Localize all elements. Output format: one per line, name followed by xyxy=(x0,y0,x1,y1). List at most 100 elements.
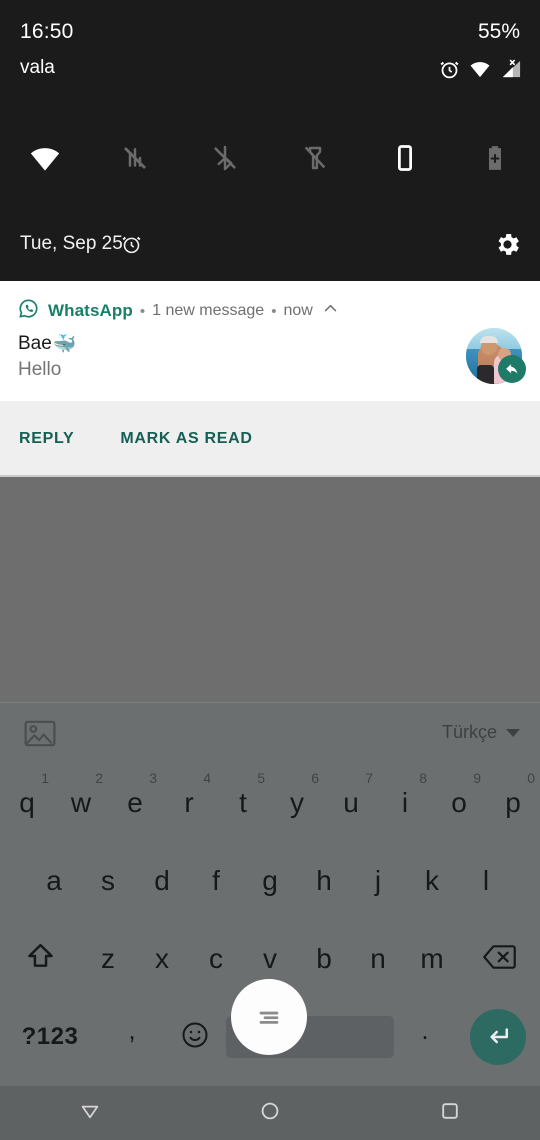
enter-key[interactable] xyxy=(456,998,540,1076)
backspace-icon xyxy=(483,944,516,975)
enter-icon xyxy=(490,1028,508,1044)
key-d[interactable]: d xyxy=(135,842,189,920)
avatar-person-1-shirt xyxy=(477,365,494,384)
key-n[interactable]: n xyxy=(351,920,405,998)
backspace-key[interactable] xyxy=(459,920,540,998)
shift-key[interactable] xyxy=(0,920,81,998)
home-circle-icon xyxy=(258,1099,282,1128)
key-label: i xyxy=(401,787,409,818)
bluetooth-off-icon xyxy=(210,143,240,173)
home-button[interactable] xyxy=(180,1099,360,1128)
symbols-key[interactable]: ?123 xyxy=(0,998,100,1076)
enter-key-surface xyxy=(470,1009,526,1065)
flashlight-off-icon xyxy=(300,143,330,173)
keyboard-hide-button[interactable] xyxy=(0,1099,180,1128)
bluetooth-tile[interactable] xyxy=(180,122,270,194)
key-p[interactable]: 0p xyxy=(486,764,540,842)
key-hint-3: 3 xyxy=(149,770,157,786)
key-label: q xyxy=(19,787,35,818)
chevron-up-icon[interactable] xyxy=(322,300,339,322)
key-hint-5: 5 xyxy=(257,770,265,786)
status-bar-battery-percent: 55% xyxy=(477,20,520,43)
key-x[interactable]: x xyxy=(135,920,189,998)
emoji-key[interactable] xyxy=(164,998,226,1076)
key-hint-4: 4 xyxy=(203,770,211,786)
key-label: u xyxy=(343,787,359,818)
gear-icon[interactable] xyxy=(493,230,522,264)
key-t[interactable]: 5t xyxy=(216,764,270,842)
notification-action-bar: REPLY MARK AS READ xyxy=(0,401,540,477)
avatar-person-1-cap xyxy=(480,336,498,343)
recents-button[interactable] xyxy=(360,1099,540,1128)
status-bar-clock: 16:50 xyxy=(20,20,74,43)
key-g[interactable]: g xyxy=(243,842,297,920)
key-label: r xyxy=(184,787,194,818)
mobile-data-off-icon xyxy=(120,143,150,173)
notification-message: Hello xyxy=(18,359,62,380)
battery-saver-tile[interactable] xyxy=(450,122,540,194)
keyboard-row-1: 1q2w3e4r5t6y7u8i9o0p xyxy=(0,764,540,842)
accessibility-float-button[interactable] xyxy=(231,979,307,1055)
key-label: y xyxy=(290,787,304,818)
key-label: t xyxy=(239,787,247,818)
key-f[interactable]: f xyxy=(189,842,243,920)
date-label: Tue, Sep 25 xyxy=(20,233,123,254)
key-j[interactable]: j xyxy=(351,842,405,920)
keyboard-language-label: Türkçe xyxy=(441,722,497,742)
auto-rotate-tile[interactable] xyxy=(360,122,450,194)
signal-off-icon xyxy=(500,59,522,79)
image-icon[interactable] xyxy=(24,720,56,752)
key-r[interactable]: 4r xyxy=(162,764,216,842)
shift-icon xyxy=(25,941,56,977)
notification-summary: 1 new message xyxy=(152,302,265,319)
notification-app-name: WhatsApp xyxy=(48,301,133,320)
alarm-icon xyxy=(439,59,460,80)
keyboard-hide-icon xyxy=(78,1099,102,1128)
key-m[interactable]: m xyxy=(405,920,459,998)
wifi-icon xyxy=(28,145,62,172)
mobile-data-tile[interactable] xyxy=(90,122,180,194)
key-y[interactable]: 6y xyxy=(270,764,324,842)
wifi-tile[interactable] xyxy=(0,122,90,194)
key-l[interactable]: l xyxy=(459,842,513,920)
key-label: o xyxy=(451,787,467,818)
battery-saver-icon xyxy=(480,143,510,173)
notification-sender-name: Bae xyxy=(18,333,52,354)
key-e[interactable]: 3e xyxy=(108,764,162,842)
keyboard-language-selector[interactable]: Türkçe xyxy=(442,722,520,743)
key-s[interactable]: s xyxy=(81,842,135,920)
key-k[interactable]: k xyxy=(405,842,459,920)
key-q[interactable]: 1q xyxy=(0,764,54,842)
key-z[interactable]: z xyxy=(81,920,135,998)
date-row: Tue, Sep 25 xyxy=(0,222,540,270)
comma-key[interactable]: , xyxy=(100,998,164,1076)
key-i[interactable]: 8i xyxy=(378,764,432,842)
key-hint-0: 0 xyxy=(527,770,535,786)
key-c[interactable]: c xyxy=(189,920,243,998)
key-o[interactable]: 9o xyxy=(432,764,486,842)
quick-settings-shade: 16:50 55% vala Tue, Sep 25 xyxy=(0,0,540,281)
key-hint-6: 6 xyxy=(311,770,319,786)
key-h[interactable]: h xyxy=(297,842,351,920)
whatsapp-reply-badge xyxy=(498,355,526,383)
text-lines-icon xyxy=(259,1011,279,1024)
navigation-bar xyxy=(0,1086,540,1140)
key-a[interactable]: a xyxy=(27,842,81,920)
whatsapp-icon xyxy=(18,298,39,324)
reply-action[interactable]: REPLY xyxy=(19,430,74,448)
chevron-down-icon xyxy=(506,728,520,737)
phone-rotate-icon xyxy=(390,143,420,173)
key-label: e xyxy=(127,787,143,818)
key-u[interactable]: 7u xyxy=(324,764,378,842)
key-hint-8: 8 xyxy=(419,770,427,786)
period-key[interactable]: . xyxy=(394,998,456,1076)
key-hint-9: 9 xyxy=(473,770,481,786)
key-hint-1: 1 xyxy=(41,770,49,786)
key-w[interactable]: 2w xyxy=(54,764,108,842)
alarm-icon xyxy=(121,234,142,260)
whale-emoji: 🐳 xyxy=(52,334,77,355)
flashlight-tile[interactable] xyxy=(270,122,360,194)
key-b[interactable]: b xyxy=(297,920,351,998)
mark-as-read-action[interactable]: MARK AS READ xyxy=(120,430,252,448)
key-label: w xyxy=(70,787,92,818)
